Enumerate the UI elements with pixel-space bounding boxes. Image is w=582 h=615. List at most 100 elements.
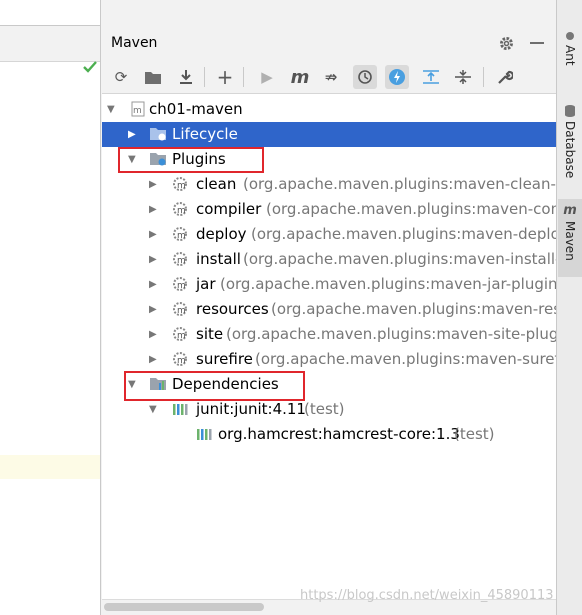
plugin-coordinates: (org.apache.maven.plugins:maven-install-… — [243, 250, 556, 268]
maven-icon: m — [563, 203, 577, 218]
svg-text:m: m — [133, 106, 142, 116]
plugin-icon: m — [173, 352, 187, 366]
editor-area[interactable] — [0, 0, 101, 615]
minimize-icon[interactable] — [530, 42, 544, 44]
toolbar-separator — [243, 67, 244, 87]
expand-arrow-icon[interactable]: ▶ — [149, 322, 157, 347]
plugin-name: surefire — [196, 350, 253, 368]
editor-current-line — [0, 455, 100, 479]
plugin-icon: m — [173, 327, 187, 341]
expand-arrow-icon[interactable]: ▶ — [128, 122, 136, 147]
expand-arrow-icon[interactable]: ▶ — [149, 297, 157, 322]
right-tool-strip: Ant Database m Maven — [556, 0, 582, 615]
collapse-all-icon[interactable] — [451, 65, 475, 89]
plugin-icon: m — [173, 177, 187, 191]
vtab-maven[interactable]: m Maven — [558, 199, 582, 277]
reload-icon[interactable]: ⟳ — [109, 65, 133, 89]
plugin-name: deploy — [196, 225, 247, 243]
svg-text:m: m — [177, 206, 186, 216]
tree-node-plugin[interactable]: ▶ m surefire (org.apache.maven.plugins:m… — [102, 347, 556, 372]
skip-tests-icon[interactable] — [353, 65, 377, 89]
svg-text:m: m — [177, 356, 186, 366]
check-icon — [83, 61, 97, 73]
plugin-coordinates: (org.apache.maven.plugins:maven-site-plu… — [226, 325, 556, 343]
lifecycle-folder-icon — [150, 128, 166, 141]
tree-node-plugin[interactable]: ▶ m deploy (org.apache.maven.plugins:mav… — [102, 222, 556, 247]
plugin-icon: m — [173, 202, 187, 216]
plugin-name: jar — [196, 275, 216, 293]
tree-node-plugin[interactable]: ▶ m resources (org.apache.maven.plugins:… — [102, 297, 556, 322]
plugin-name: clean — [196, 175, 237, 193]
maven-tool-window-header: Maven — [102, 26, 556, 61]
plugin-icon: m — [173, 277, 187, 291]
dependency-name: junit:junit:4.11 — [196, 400, 306, 418]
highlight-box-plugins — [118, 147, 264, 173]
vtab-ant[interactable]: Ant — [558, 30, 582, 66]
dependency-scope: (test) — [454, 425, 495, 443]
run-icon[interactable]: ▶ — [255, 65, 279, 89]
collapse-arrow-icon[interactable]: ▼ — [149, 397, 157, 422]
toolbar-separator — [483, 67, 484, 87]
add-folder-icon[interactable] — [141, 65, 165, 89]
plugin-coordinates: (org.apache.maven.plugins:maven-surefir — [255, 350, 556, 368]
download-icon[interactable] — [174, 65, 198, 89]
ant-icon — [566, 32, 574, 40]
tree-node-plugin[interactable]: ▶ m site (org.apache.maven.plugins:maven… — [102, 322, 556, 347]
dependency-scope: (test) — [304, 400, 345, 418]
editor-tab-strip — [0, 26, 100, 62]
vtab-ant-label: Ant — [563, 45, 577, 66]
vtab-database-label: Database — [563, 121, 577, 179]
wrench-icon[interactable] — [493, 65, 517, 89]
plugin-coordinates: (org.apache.maven.plugins:maven-clean-pl… — [243, 175, 556, 193]
maven-project-icon: m — [131, 101, 145, 117]
expand-all-icon[interactable] — [419, 65, 443, 89]
plugin-coordinates: (org.apache.maven.plugins:maven-jar-plug… — [220, 275, 556, 293]
expand-arrow-icon[interactable]: ▶ — [149, 347, 157, 372]
maven-projects-tree[interactable]: ▼ m ch01-maven ▶ Lifecycle ▼ Plugins ▶ m… — [102, 94, 556, 599]
tree-node-dependency[interactable]: org.hamcrest:hamcrest-core:1.3 (test) — [102, 422, 556, 447]
expand-arrow-icon[interactable]: ▶ — [149, 172, 157, 197]
plugin-name: install — [196, 250, 241, 268]
svg-text:m: m — [177, 306, 186, 316]
watermark: https://blog.csdn.net/weixin_45890113 — [300, 588, 554, 603]
tree-node-plugin[interactable]: ▶ m install (org.apache.maven.plugins:ma… — [102, 247, 556, 272]
scrollbar-thumb[interactable] — [104, 603, 264, 611]
show-dependencies-icon[interactable] — [385, 65, 409, 89]
tree-node-dependency[interactable]: ▼ junit:junit:4.11 (test) — [102, 397, 556, 422]
plugin-coordinates: (org.apache.maven.plugins:maven-deploy — [251, 225, 556, 243]
database-icon — [565, 105, 575, 117]
expand-arrow-icon[interactable]: ▶ — [149, 247, 157, 272]
svg-text:m: m — [177, 181, 186, 191]
svg-text:m: m — [177, 231, 186, 241]
plugin-icon: m — [173, 227, 187, 241]
project-name: ch01-maven — [149, 100, 243, 118]
svg-text:m: m — [177, 331, 186, 341]
expand-arrow-icon[interactable]: ▶ — [149, 197, 157, 222]
toolbar-separator — [204, 67, 205, 87]
plugin-icon: m — [173, 252, 187, 266]
plugin-name: resources — [196, 300, 269, 318]
plugin-coordinates: (org.apache.maven.plugins:maven-comp — [266, 200, 556, 218]
plugin-coordinates: (org.apache.maven.plugins:maven-reso — [271, 300, 556, 318]
tree-node-plugin[interactable]: ▶ m compiler (org.apache.maven.plugins:m… — [102, 197, 556, 222]
tree-node-plugin[interactable]: ▶ m clean (org.apache.maven.plugins:mave… — [102, 172, 556, 197]
plugin-name: compiler — [196, 200, 262, 218]
maven-toolbar: ⟳ + ▶ m ⇏ — [102, 61, 556, 94]
collapse-arrow-icon[interactable]: ▼ — [107, 97, 115, 122]
tree-node-plugin[interactable]: ▶ m jar (org.apache.maven.plugins:maven-… — [102, 272, 556, 297]
tool-window-title: Maven — [111, 35, 158, 51]
expand-arrow-icon[interactable]: ▶ — [149, 222, 157, 247]
lifecycle-label: Lifecycle — [172, 125, 238, 143]
tree-node-lifecycle[interactable]: ▶ Lifecycle — [102, 122, 556, 147]
library-icon — [197, 429, 212, 440]
plugin-icon: m — [173, 302, 187, 316]
tree-node-project[interactable]: ▼ m ch01-maven — [102, 97, 556, 122]
toggle-offline-icon[interactable]: ⇏ — [319, 65, 343, 89]
vtab-database[interactable]: Database — [558, 104, 582, 178]
add-icon[interactable]: + — [213, 65, 237, 89]
plugin-name: site — [196, 325, 224, 343]
expand-arrow-icon[interactable]: ▶ — [149, 272, 157, 297]
vtab-maven-label: Maven — [563, 221, 577, 261]
execute-goal-icon[interactable]: m — [288, 65, 312, 89]
gear-icon[interactable] — [498, 35, 515, 52]
